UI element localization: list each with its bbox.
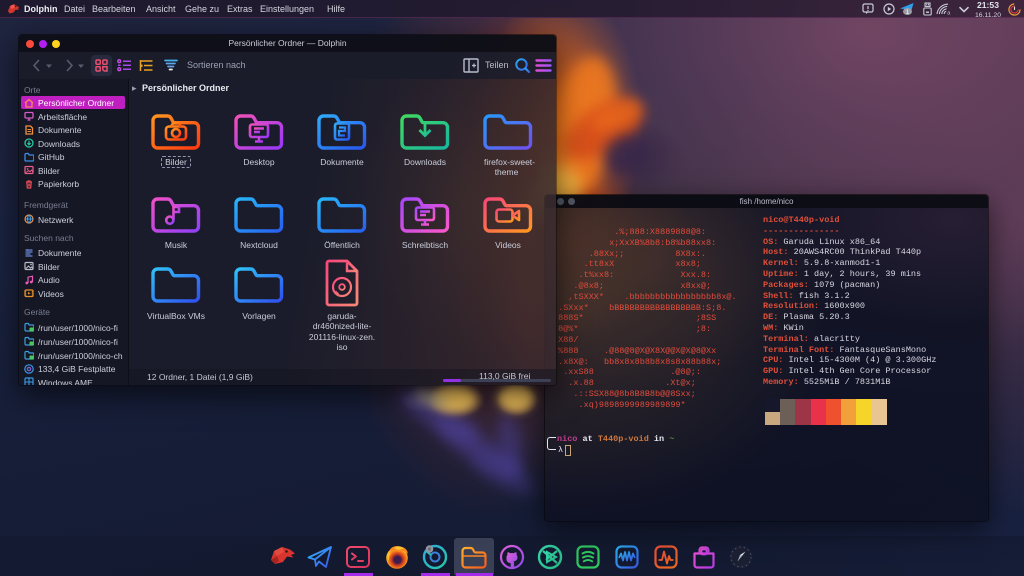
svg-text:a: a [947,11,951,16]
